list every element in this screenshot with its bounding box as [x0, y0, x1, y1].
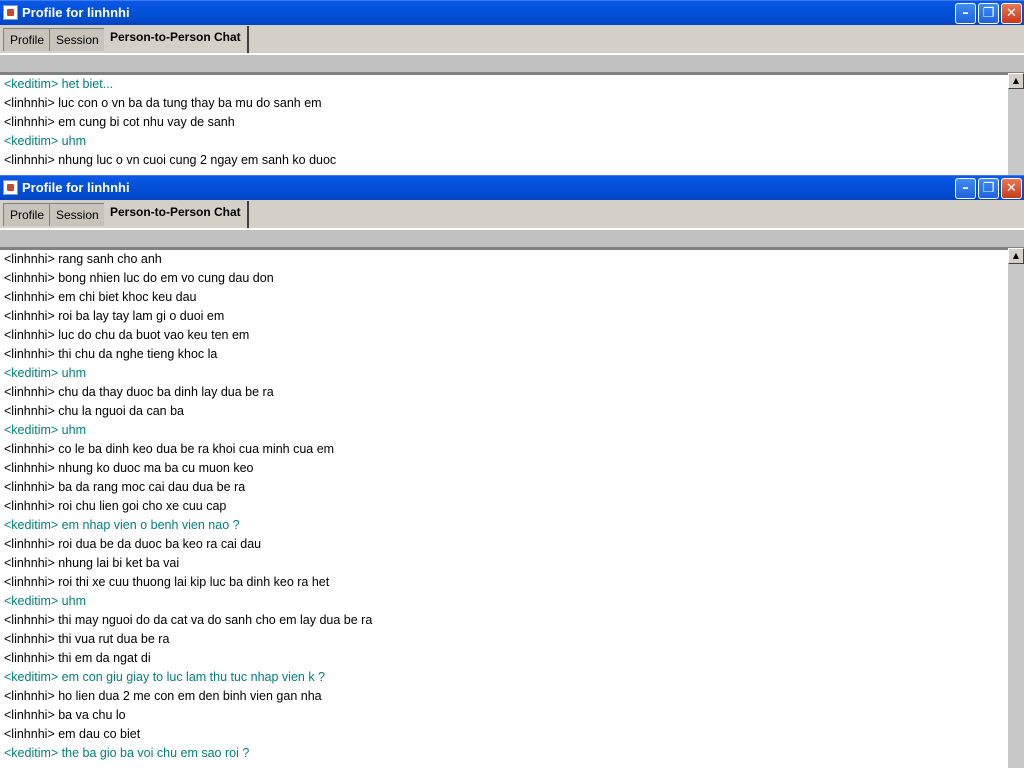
partner-message-line: <linhnhi> rang sanh cho anh	[4, 252, 162, 266]
maximize-button[interactable]: ❐	[978, 3, 999, 24]
partner-message-line: <linhnhi> bong nhien luc do em vo cung d…	[4, 271, 274, 285]
partner-message-line: <linhnhi> chu la nguoi da can ba	[4, 404, 185, 418]
my-message-line: <keditim> the ba gio ba voi chu em sao r…	[4, 746, 250, 760]
close-button[interactable]: ✕	[1001, 3, 1022, 24]
chat-window-2: Profile for linhnhi – ❐ ✕ Profile Sessio…	[0, 175, 1024, 768]
partner-message-line: <linhnhi> thi chu da nghe tieng khoc la	[4, 347, 218, 361]
partner-message-line: <linhnhi> em dau co biet	[4, 727, 141, 741]
my-message-line: <keditim> het biet...	[4, 77, 114, 91]
arrow-up-icon[interactable]: ▲	[1008, 248, 1024, 264]
partner-message-line: <linhnhi> roi ba lay tay lam gi o duoi e…	[4, 309, 225, 323]
my-message-line: <keditim> uhm	[4, 594, 86, 608]
partner-message-line: <linhnhi> co le ba dinh keo dua be ra kh…	[4, 442, 335, 456]
title-bar[interactable]: Profile for linhnhi – ❐ ✕	[0, 0, 1024, 25]
partner-message-line: <linhnhi> nhung ko duoc ma ba cu muon ke…	[4, 461, 254, 475]
partner-message-line: <linhnhi> ho lien dua 2 me con em den bi…	[4, 689, 322, 703]
tab-person-to-person-chat[interactable]: Person-to-Person Chat	[104, 26, 249, 53]
arrow-up-icon[interactable]: ▲	[1008, 73, 1024, 89]
partner-message-line: <linhnhi> thi vua rut dua be ra	[4, 632, 170, 646]
partner-message-line: <linhnhi> nhung luc o vn cuoi cung 2 nga…	[4, 153, 337, 167]
scrollbar[interactable]: ▲	[1008, 248, 1024, 768]
maximize-button[interactable]: ❐	[978, 178, 999, 199]
chat-transcript[interactable]: <keditim> het biet... <linhnhi> luc con o…	[0, 73, 1008, 176]
partner-message-line: <linhnhi> roi dua be da duoc ba keo ra c…	[4, 537, 262, 551]
partner-message-line: <linhnhi> em cung bi cot nhu vay de sanh	[4, 115, 235, 129]
partner-message-line: <linhnhi> em chi biet khoc keu dau	[4, 290, 197, 304]
partner-message-line: <linhnhi> thi em da ngat di	[4, 651, 151, 665]
scroll-track[interactable]	[1008, 264, 1024, 768]
my-message-line: <keditim> uhm	[4, 366, 86, 380]
title-bar[interactable]: Profile for linhnhi – ❐ ✕	[0, 175, 1024, 200]
partner-message-line: <linhnhi> roi chu lien goi cho xe cuu ca…	[4, 499, 227, 513]
partner-message-line: <linhnhi> roi thi xe cuu thuong lai kip …	[4, 575, 330, 589]
close-button[interactable]: ✕	[1001, 178, 1022, 199]
partner-message-line: <linhnhi> nhung lai bi ket ba vai	[4, 556, 180, 570]
scroll-track[interactable]	[1008, 89, 1024, 176]
partner-message-line: <linhnhi> thi may nguoi do da cat va do …	[4, 613, 373, 627]
java-cup-icon	[3, 180, 18, 195]
chat-window-1: Profile for linhnhi – ❐ ✕ Profile Sessio…	[0, 0, 1024, 176]
partner-message-line: <linhnhi> luc con o vn ba da tung thay b…	[4, 96, 322, 110]
minimize-button[interactable]: –	[955, 3, 976, 24]
partner-message-line: <linhnhi> luc do chu da buot vao keu ten…	[4, 328, 250, 342]
chat-transcript[interactable]: <linhnhi> rang sanh cho anh <linhnhi> bon…	[0, 248, 1008, 768]
my-message-line: <keditim> em con giu giay to luc lam thu…	[4, 670, 326, 684]
tab-profile[interactable]: Profile	[3, 28, 52, 51]
toolbar-band	[0, 228, 1024, 248]
tab-strip: Profile Session Person-to-Person Chat	[0, 200, 1024, 228]
scrollbar[interactable]: ▲	[1008, 73, 1024, 176]
tab-session[interactable]: Session	[49, 203, 106, 226]
my-message-line: <keditim> uhm	[4, 134, 86, 148]
tab-strip: Profile Session Person-to-Person Chat	[0, 25, 1024, 53]
partner-message-line: <linhnhi> ba va chu lo	[4, 708, 126, 722]
window-title: Profile for linhnhi	[22, 180, 130, 195]
tab-session[interactable]: Session	[49, 28, 106, 51]
tab-profile[interactable]: Profile	[3, 203, 52, 226]
toolbar-band	[0, 53, 1024, 73]
minimize-button[interactable]: –	[955, 178, 976, 199]
partner-message-line: <linhnhi> chu da thay duoc ba dinh lay d…	[4, 385, 274, 399]
tab-person-to-person-chat[interactable]: Person-to-Person Chat	[104, 201, 249, 228]
partner-message-line: <linhnhi> ba da rang moc cai dau dua be …	[4, 480, 246, 494]
my-message-line: <keditim> em nhap vien o benh vien nao ?	[4, 518, 240, 532]
java-cup-icon	[3, 5, 18, 20]
my-message-line: <keditim> uhm	[4, 423, 86, 437]
window-title: Profile for linhnhi	[22, 5, 130, 20]
